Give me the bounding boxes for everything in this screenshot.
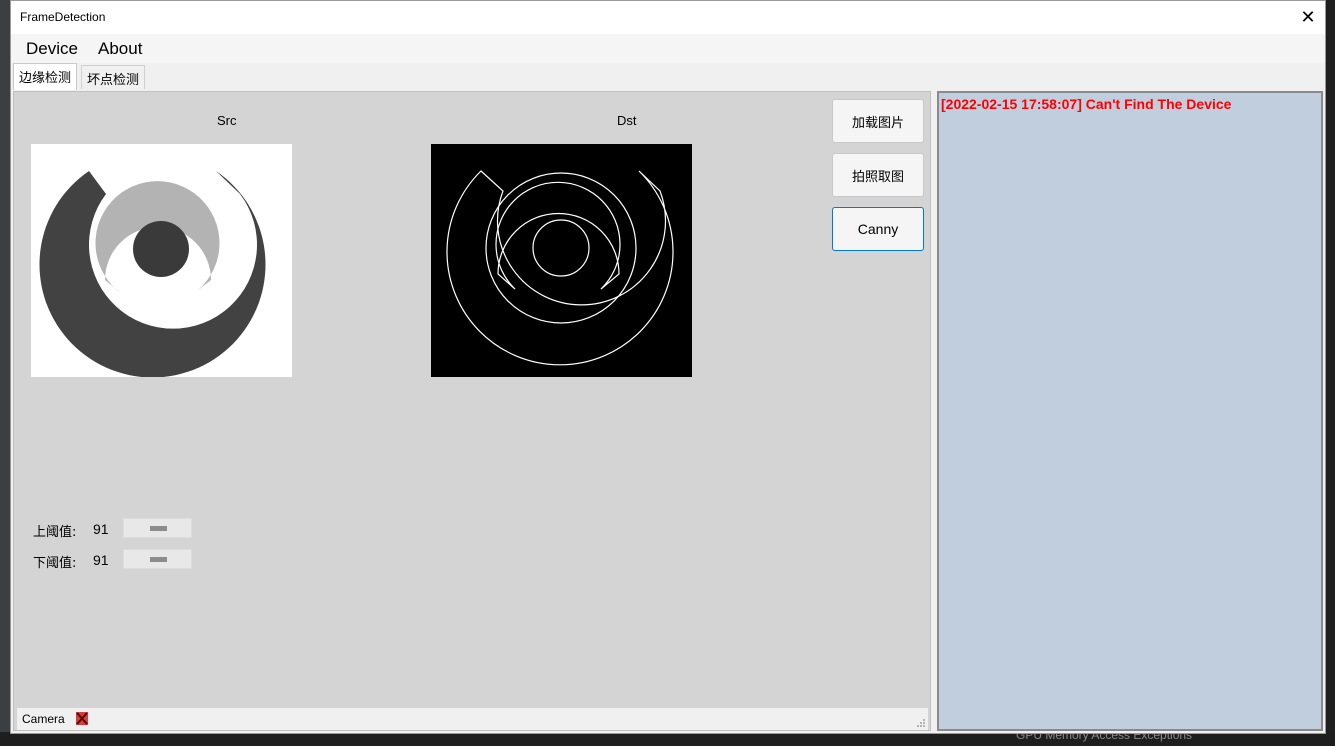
app-window: FrameDetection ✕ Device About 边缘检测 坏点检测 … — [10, 0, 1326, 734]
tab-edge-detection[interactable]: 边缘检测 — [13, 63, 78, 90]
background-right — [1326, 0, 1335, 746]
lower-threshold-slider-handle[interactable] — [150, 557, 167, 562]
upper-threshold-value: 91 — [93, 521, 109, 537]
tab-dead-pixel-detection[interactable]: 坏点检测 — [81, 65, 146, 89]
src-label: Src — [217, 113, 237, 128]
menu-device[interactable]: Device — [26, 39, 78, 59]
tab-bar: 边缘检测 坏点检测 — [11, 63, 1325, 91]
lower-threshold-slider[interactable] — [123, 549, 192, 569]
close-button[interactable]: ✕ — [1291, 1, 1325, 33]
src-image-graphic — [39, 171, 266, 378]
edge-detection-panel: Src Dst 加载图片 拍照取图 Canny 上阈值: 91 下阈值: 91 … — [13, 91, 931, 731]
camera-disconnected-icon — [76, 712, 88, 725]
capture-image-button[interactable]: 拍照取图 — [832, 153, 924, 197]
upper-threshold-slider[interactable] — [123, 518, 192, 538]
title-bar: FrameDetection ✕ — [11, 1, 1325, 34]
upper-threshold-label: 上阈值: — [33, 525, 77, 540]
menu-about[interactable]: About — [98, 39, 142, 59]
log-panel[interactable]: [2022-02-15 17:58:07] Can't Find The Dev… — [937, 91, 1323, 731]
log-line: [2022-02-15 17:58:07] Can't Find The Dev… — [941, 96, 1232, 112]
src-image — [31, 144, 292, 378]
menu-bar: Device About — [11, 34, 1325, 63]
dst-image-graphic — [446, 170, 674, 366]
dst-label: Dst — [617, 113, 637, 128]
dst-image — [431, 144, 692, 377]
lower-threshold-value: 91 — [93, 552, 109, 568]
canny-button[interactable]: Canny — [832, 207, 924, 251]
window-title: FrameDetection — [20, 10, 106, 24]
lower-threshold-label: 下阈值: — [33, 556, 77, 571]
load-image-button[interactable]: 加载图片 — [832, 99, 924, 143]
camera-status-label: Camera — [22, 712, 65, 726]
resize-grip-icon[interactable] — [916, 718, 926, 728]
status-bar: Camera — [17, 708, 928, 730]
upper-threshold-slider-handle[interactable] — [150, 526, 167, 531]
close-icon: ✕ — [1300, 6, 1316, 28]
